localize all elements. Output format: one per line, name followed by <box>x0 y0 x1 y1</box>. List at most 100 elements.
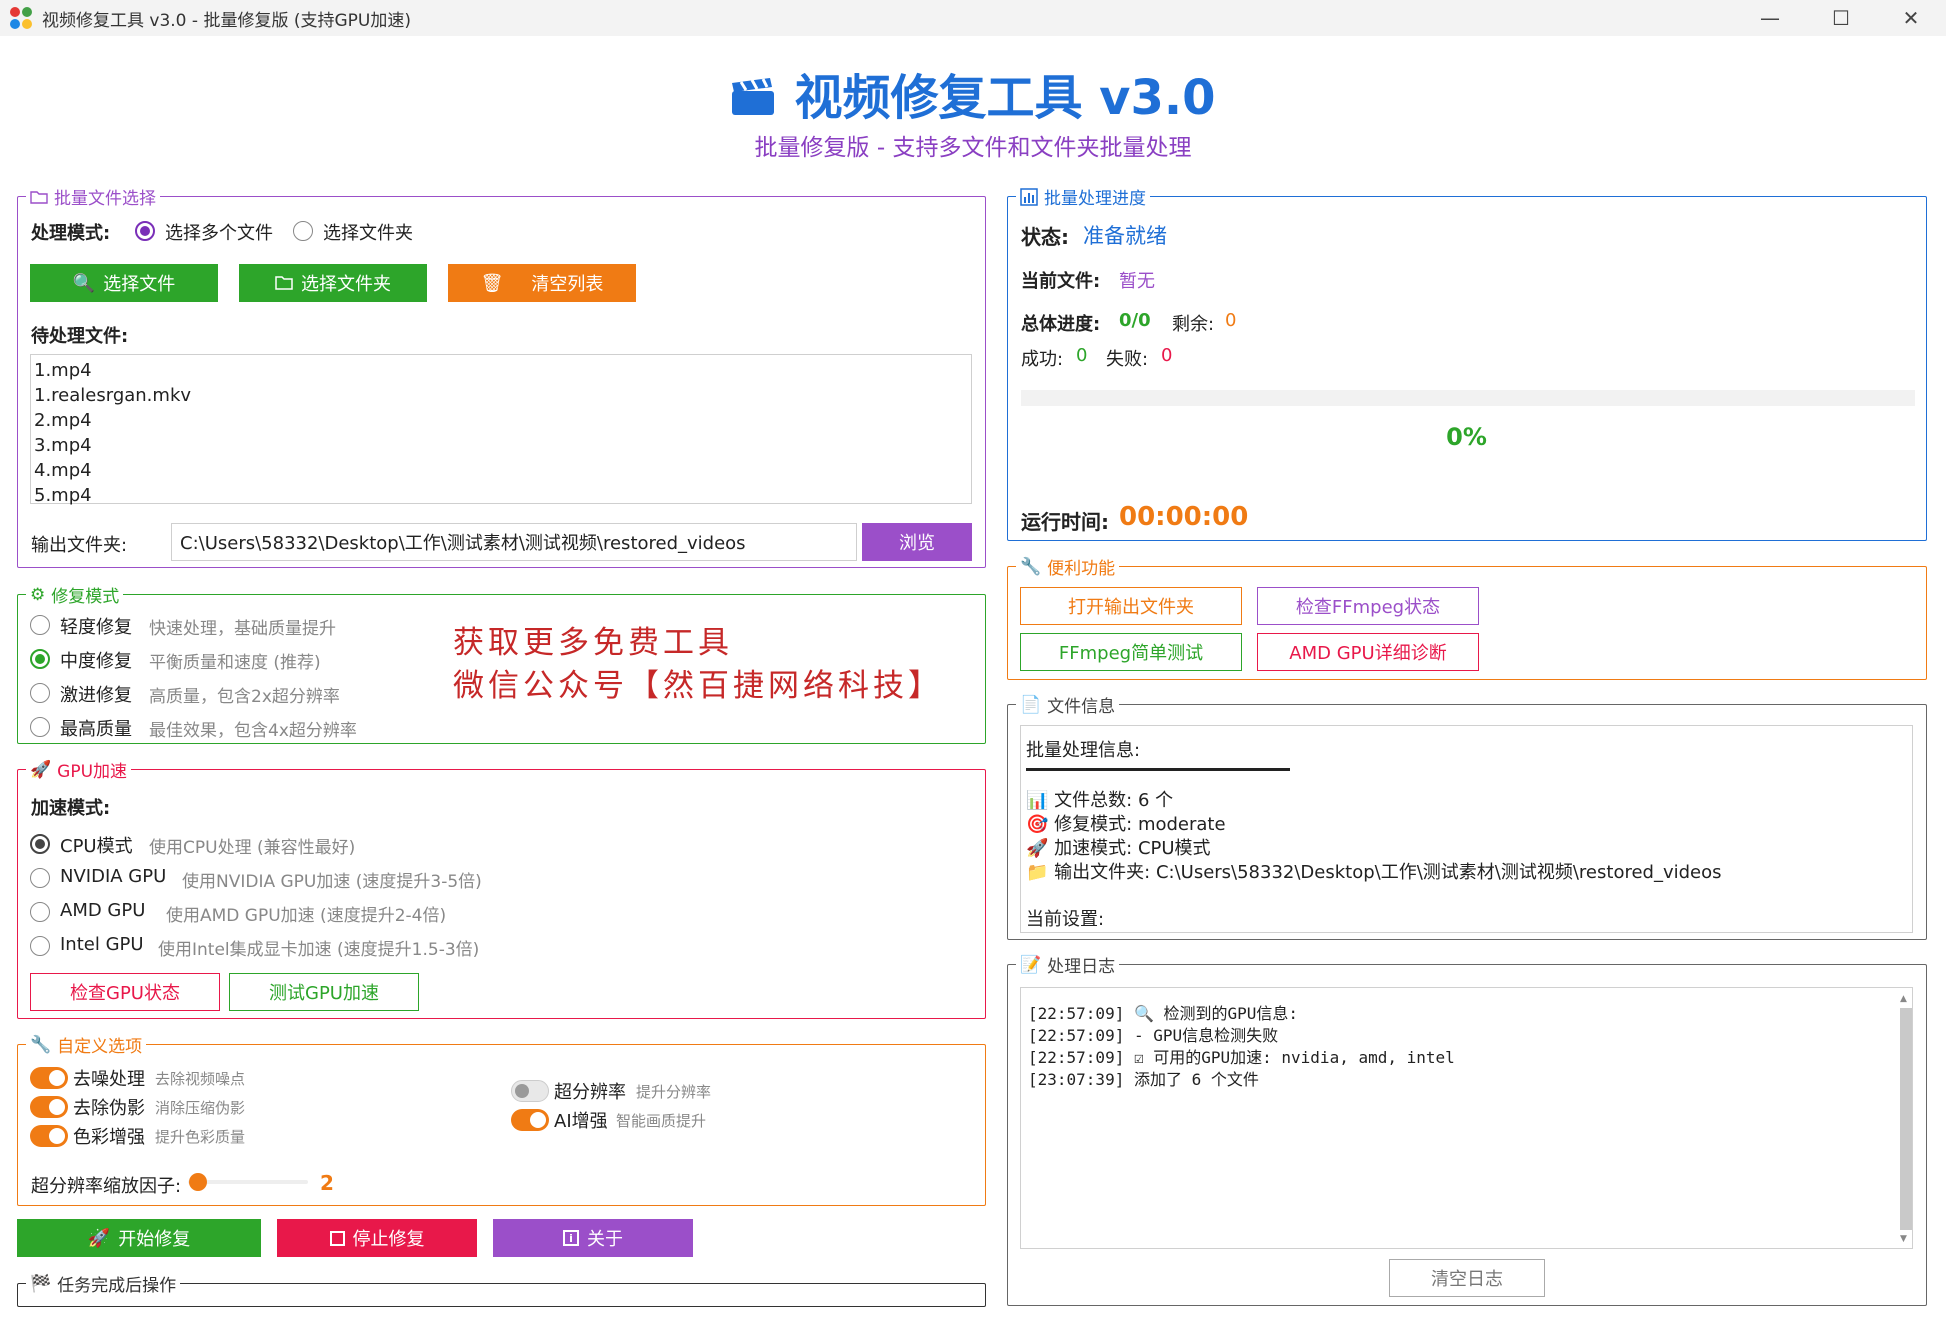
toggle-color-enhance[interactable] <box>30 1125 68 1147</box>
cpu-mode-desc: 使用CPU处理 (兼容性最好) <box>149 838 356 858</box>
radio-aggressive-repair-label[interactable]: 激进修复 <box>60 681 132 707</box>
nvidia-gpu-desc: 使用NVIDIA GPU加速 (速度提升3-5倍) <box>182 872 482 892</box>
check-gpu-button[interactable]: 检查GPU状态 <box>30 973 220 1011</box>
clapperboard-icon <box>732 78 775 115</box>
radio-amd-gpu[interactable] <box>30 902 50 922</box>
repair-mode-group: ⚙ 修复模式 轻度修复 快速处理，基础质量提升 中度修复 平衡质量和速度 (推荐)… <box>17 582 986 744</box>
folder-icon: 📁 <box>1026 862 1049 883</box>
test-gpu-button[interactable]: 测试GPU加速 <box>229 973 419 1011</box>
after-task-group: 🏁 任务完成后操作 <box>17 1271 986 1307</box>
select-folder-button[interactable]: 选择文件夹 <box>239 264 427 302</box>
mode-label: 处理模式: <box>31 223 111 244</box>
radio-folder-label[interactable]: 选择文件夹 <box>323 219 413 245</box>
radio-folder[interactable] <box>293 221 313 241</box>
color-enhance-desc: 提升色彩质量 <box>155 1128 246 1146</box>
overall-progress-label: 总体进度: <box>1021 314 1101 335</box>
remaining-label: 剩余: <box>1172 314 1215 335</box>
stop-repair-button[interactable]: 停止修复 <box>277 1219 477 1257</box>
log-legend: 📝 处理日志 <box>1016 952 1120 977</box>
radio-light-repair-label[interactable]: 轻度修复 <box>60 613 132 639</box>
rocket-icon: 🚀 <box>1026 838 1049 859</box>
radio-intel-gpu[interactable] <box>30 936 50 956</box>
deartifact-desc: 消除压缩伪影 <box>155 1099 246 1117</box>
radio-cpu-mode-label[interactable]: CPU模式 <box>60 832 133 858</box>
runtime-label: 运行时间: <box>1021 510 1109 534</box>
gpu-group: 🚀 GPU加速 加速模式: CPU模式 使用CPU处理 (兼容性最好) NVIDI… <box>17 757 986 1019</box>
list-item[interactable]: 1.mp4 <box>34 358 968 383</box>
radio-nvidia-gpu-label[interactable]: NVIDIA GPU <box>60 866 166 887</box>
list-item[interactable]: 2.mp4 <box>34 408 968 433</box>
radio-light-repair[interactable] <box>30 615 50 635</box>
toggle-super-resolution[interactable] <box>511 1080 549 1102</box>
list-item[interactable]: 5.mp4 <box>34 483 968 508</box>
browse-button[interactable]: 浏览 <box>862 523 972 561</box>
after-task-legend: 🏁 任务完成后操作 <box>26 1271 181 1296</box>
toggle-ai-enhance[interactable] <box>511 1109 549 1131</box>
list-item[interactable]: 4.mp4 <box>34 458 968 483</box>
file-info-mode: 🎯 修复模式: moderate <box>1026 814 1226 835</box>
bar-chart-icon: 📊 <box>1026 790 1049 811</box>
file-info-panel: 批量处理信息: 📊 文件总数: 6 个 🎯 修复模式: moderate 🚀 加… <box>1020 725 1913 933</box>
wrench-icon: 🔧 <box>30 1034 52 1055</box>
progress-bar <box>1021 390 1915 406</box>
medium-repair-desc: 平衡质量和速度 (推荐) <box>149 653 321 673</box>
scale-factor-slider-handle[interactable] <box>189 1173 207 1191</box>
file-info-total: 📊 文件总数: 6 个 <box>1026 790 1174 811</box>
radio-amd-gpu-label[interactable]: AMD GPU <box>60 900 145 921</box>
radio-multiple-files-label[interactable]: 选择多个文件 <box>165 219 273 245</box>
scroll-up-arrow-icon: ▲ <box>1900 994 1907 1004</box>
amd-gpu-diagnose-button[interactable]: AMD GPU详细诊断 <box>1257 633 1479 671</box>
repair-mode-legend: ⚙ 修复模式 <box>26 582 124 607</box>
toggle-denoise[interactable] <box>30 1067 68 1089</box>
clear-log-button[interactable]: 清空日志 <box>1389 1259 1545 1297</box>
list-item[interactable]: 1.realesrgan.mkv <box>34 383 968 408</box>
list-item[interactable]: 3.mp4 <box>34 433 968 458</box>
batch-file-legend: 批量文件选择 <box>26 184 160 209</box>
overall-progress-value: 0/0 <box>1119 310 1151 331</box>
watermark-line-2: 微信公众号【然百捷网络科技】 <box>453 668 943 704</box>
open-output-folder-button[interactable]: 打开输出文件夹 <box>1020 587 1242 625</box>
select-files-button[interactable]: 🔍 选择文件 <box>30 264 218 302</box>
clear-list-button[interactable]: 🗑 清空列表 <box>448 264 636 302</box>
scroll-down-arrow-icon: ▼ <box>1900 1234 1907 1244</box>
custom-options-group: 🔧 自定义选项 去噪处理 去除视频噪点 去除伪影 消除压缩伪影 色彩增强 提升色彩… <box>17 1032 986 1206</box>
radio-max-quality[interactable] <box>30 717 50 737</box>
start-repair-button[interactable]: 🚀 开始修复 <box>17 1219 261 1257</box>
radio-medium-repair[interactable] <box>30 649 50 669</box>
pending-files-label: 待处理文件: <box>31 326 129 347</box>
radio-max-quality-label[interactable]: 最高质量 <box>60 715 132 741</box>
rocket-icon: 🚀 <box>30 759 52 780</box>
remaining-value: 0 <box>1225 310 1237 331</box>
file-info-divider <box>1026 768 1290 771</box>
ffmpeg-test-button[interactable]: FFmpeg简单测试 <box>1020 633 1242 671</box>
toggle-deartifact[interactable] <box>30 1096 68 1118</box>
log-scrollbar[interactable]: ▲ ▼ <box>1895 988 1913 1248</box>
target-icon: 🎯 <box>1026 814 1049 835</box>
radio-intel-gpu-label[interactable]: Intel GPU <box>60 934 144 955</box>
current-file-label: 当前文件: <box>1021 271 1101 292</box>
gear-icon: ⚙ <box>30 584 46 605</box>
radio-cpu-mode[interactable] <box>30 834 50 854</box>
log-scrollbar-thumb[interactable] <box>1900 1008 1912 1230</box>
output-folder-input[interactable]: C:\Users\58332\Desktop\工作\测试素材\测试视频\rest… <box>171 523 857 561</box>
radio-medium-repair-label[interactable]: 中度修复 <box>60 647 132 673</box>
check-ffmpeg-button[interactable]: 检查FFmpeg状态 <box>1257 587 1479 625</box>
fail-label: 失败: <box>1106 349 1149 370</box>
runtime-value: 00:00:00 <box>1119 502 1249 532</box>
custom-options-legend: 🔧 自定义选项 <box>26 1032 147 1057</box>
success-label: 成功: <box>1021 349 1064 370</box>
radio-aggressive-repair[interactable] <box>30 683 50 703</box>
file-list[interactable]: 1.mp4 1.realesrgan.mkv 2.mp4 3.mp4 4.mp4… <box>30 354 972 506</box>
current-file-value: 暂无 <box>1119 271 1155 292</box>
minimize-button[interactable]: — <box>1737 0 1803 36</box>
scale-factor-label: 超分辨率缩放因子: <box>31 1176 182 1197</box>
log-line: [22:57:09] ☑ 可用的GPU加速: nvidia, amd, inte… <box>1028 1048 1455 1067</box>
maximize-button[interactable]: ☐ <box>1808 0 1874 36</box>
radio-multiple-files[interactable] <box>135 221 155 241</box>
app-title: 视频修复工具 v3.0 <box>794 70 1216 126</box>
title-bar: 视频修复工具 v3.0 - 批量修复版 (支持GPU加速) — ☐ ✕ <box>0 0 1946 36</box>
about-button[interactable]: i 关于 <box>493 1219 693 1257</box>
radio-nvidia-gpu[interactable] <box>30 868 50 888</box>
close-button[interactable]: ✕ <box>1878 0 1944 36</box>
file-info-output: 📁 输出文件夹: C:\Users\58332\Desktop\工作\测试素材\… <box>1026 862 1722 883</box>
